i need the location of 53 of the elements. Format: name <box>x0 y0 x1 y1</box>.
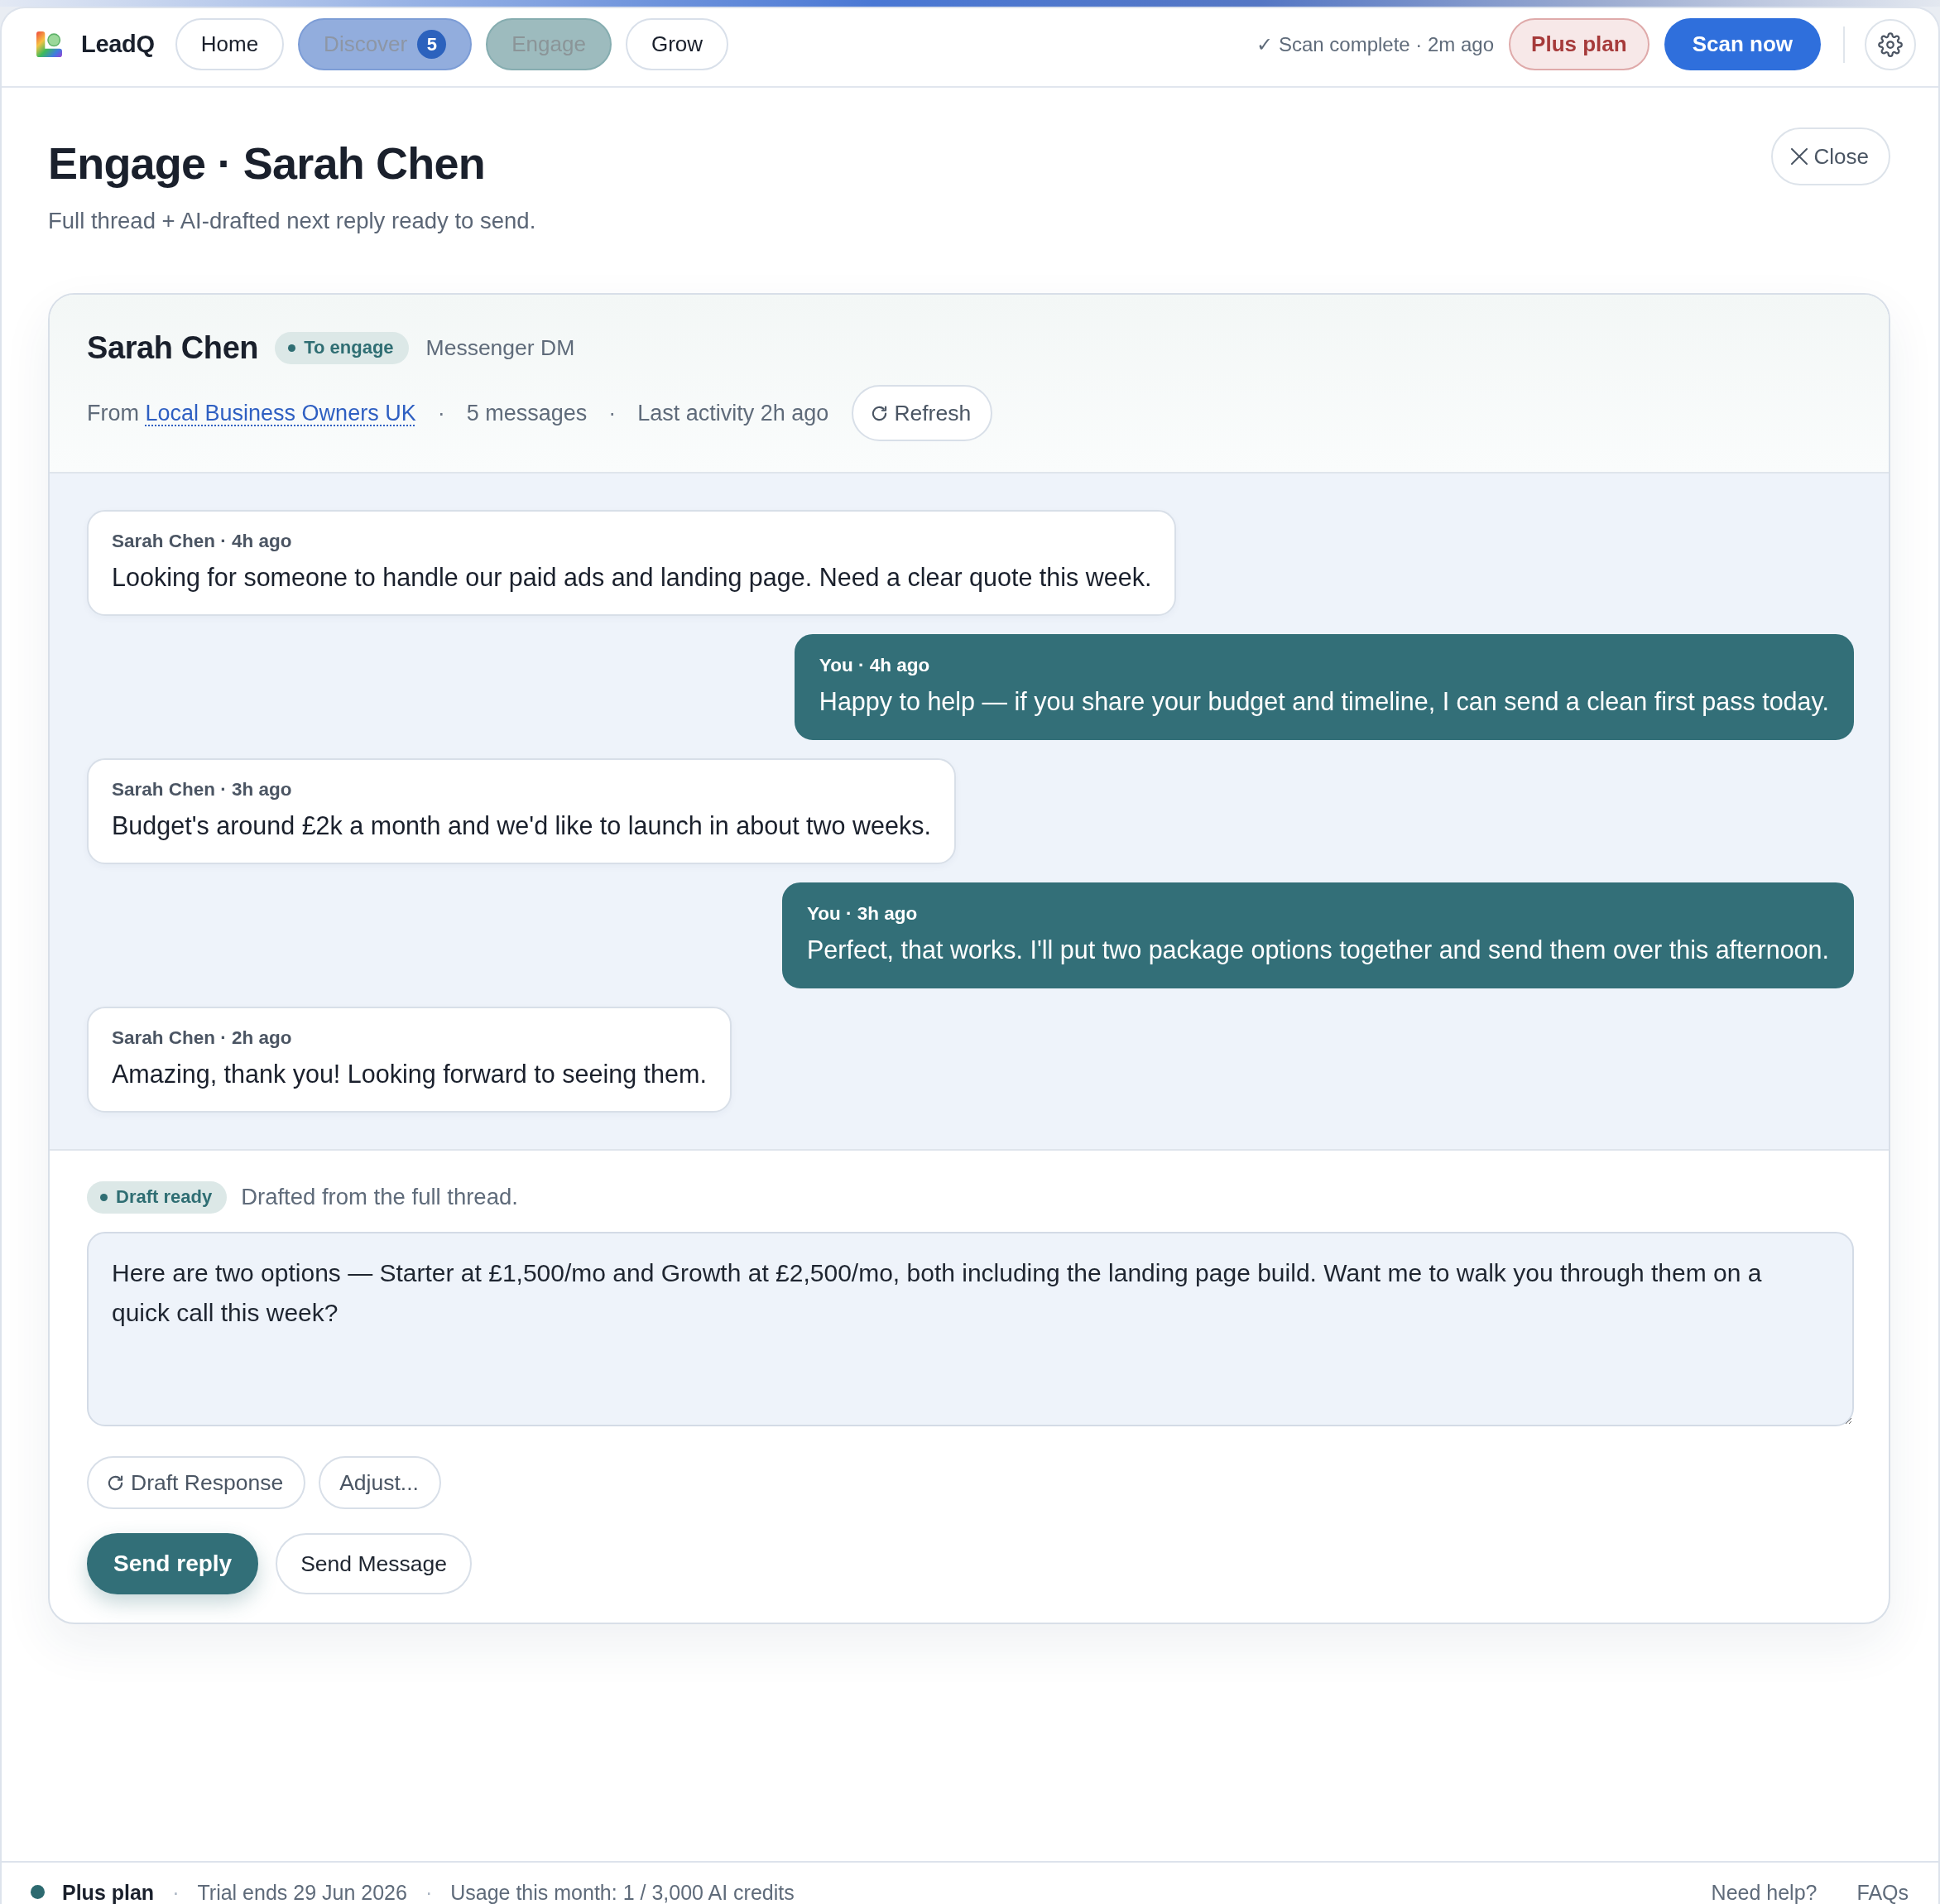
message-meta: You · 3h ago <box>807 902 919 926</box>
nav-tab[interactable]: Discover 5 <box>298 18 473 70</box>
send-message-button[interactable]: Send Message <box>276 1533 472 1594</box>
message-text: Happy to help — if you share your budget and timeline, I can send a clean first pass today. <box>819 686 1829 718</box>
close-icon <box>1790 148 1808 165</box>
message-meta: You · 4h ago <box>819 654 931 677</box>
separator: · <box>608 400 617 426</box>
reply-field[interactable]: Here are two options — Starter at £1,500/mo and Growth at £2,500/mo, both including the landing page build. Want me to walk you through them on a quick call this week? <box>87 1232 1854 1426</box>
scan-now-button[interactable]: Scan now <box>1664 18 1821 70</box>
plan-name: Plus plan <box>62 1879 155 1904</box>
nav-tab[interactable]: Grow <box>625 18 729 70</box>
refresh-button[interactable]: Refresh <box>852 385 993 441</box>
separator: · <box>172 1879 180 1904</box>
settings-icon <box>1878 31 1903 57</box>
source-text: From Local Business Owners UK <box>87 400 416 426</box>
separator: · <box>437 400 445 426</box>
brand-name: LeadQ <box>81 31 155 58</box>
draft-response-button[interactable]: Draft Response <box>87 1456 306 1509</box>
separator: · <box>425 1879 433 1904</box>
message-text: Perfect, that works. I'll put two package options together and send them over this afternoon. <box>807 935 1829 966</box>
footer-link[interactable]: FAQs <box>1856 1879 1909 1904</box>
footer-text: Usage this month: 1 / 3,000 AI credits <box>450 1879 795 1904</box>
message-meta: Sarah Chen · 3h ago <box>112 778 293 801</box>
group-link[interactable]: Local Business Owners UK <box>145 400 416 426</box>
refresh-icon <box>872 405 888 421</box>
send-reply-button[interactable]: Send reply <box>87 1533 259 1594</box>
message-text: Looking for someone to handle our paid ads and landing page. Need a clear quote this week. <box>112 562 1152 594</box>
close-button[interactable]: Close <box>1770 127 1890 185</box>
thread-detail: Last activity 2h ago <box>637 400 829 426</box>
footer-link[interactable]: Need help? <box>1711 1879 1818 1904</box>
status-label: To engage <box>304 337 394 358</box>
draft-note: Drafted from the full thread. <box>241 1184 518 1210</box>
message-meta: Sarah Chen · 2h ago <box>112 1027 293 1050</box>
message-meta: Sarah Chen · 4h ago <box>112 530 293 553</box>
status-dot-icon <box>31 1885 45 1899</box>
footer-text: Trial ends 29 Jun 2026 <box>197 1879 407 1904</box>
adjust-button[interactable]: Adjust... <box>319 1456 441 1509</box>
status-label: Draft ready <box>116 1186 213 1208</box>
message-text: Amazing, thank you! Looking forward to seeing them. <box>112 1059 707 1090</box>
channel-label: Messenger DM <box>425 334 575 361</box>
count-badge: 5 <box>417 30 447 59</box>
refresh-icon <box>108 1474 123 1491</box>
logo-icon <box>36 31 62 57</box>
page-title: Engage · Sarah Chen <box>48 138 486 188</box>
thread-detail: 5 messages <box>466 400 588 426</box>
status-dot-icon <box>100 1193 108 1201</box>
status-dot-icon <box>288 344 296 352</box>
message-text: Budget's around £2k a month and we'd like to launch in about two weeks. <box>112 810 931 842</box>
nav-tab[interactable]: Home <box>175 18 285 70</box>
contact-name: Sarah Chen <box>87 329 259 366</box>
scan-status: ✓ Scan complete · 2m ago <box>1256 32 1495 56</box>
page-subtitle: Full thread + AI-drafted next reply ready to send. <box>48 207 536 235</box>
plan-button[interactable]: Plus plan <box>1509 18 1649 70</box>
